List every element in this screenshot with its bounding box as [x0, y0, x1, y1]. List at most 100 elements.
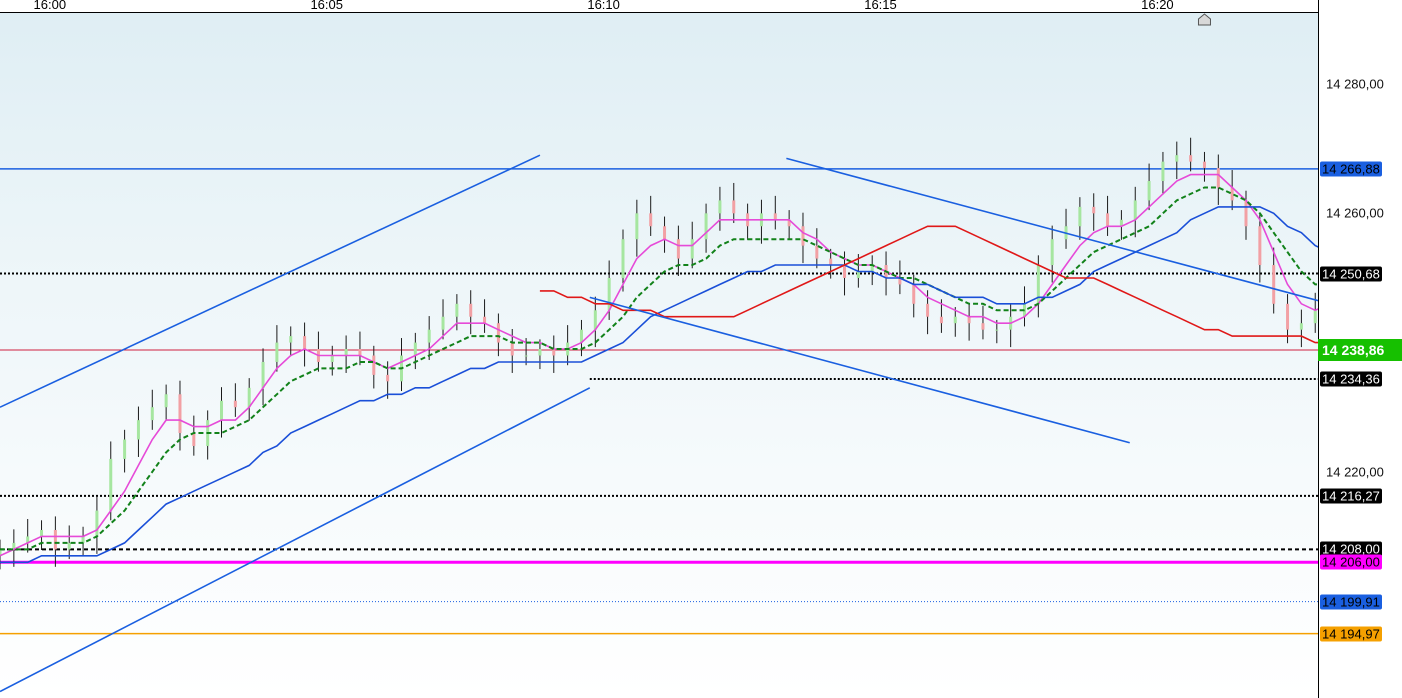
candle-body — [732, 200, 736, 214]
candle-body — [1216, 168, 1220, 188]
candle-body — [538, 349, 542, 356]
candle-body — [704, 213, 708, 240]
candle-body — [1258, 226, 1262, 266]
candle-body — [220, 400, 224, 421]
candle-body — [981, 323, 985, 330]
candle-body — [386, 374, 390, 382]
candle-body — [1244, 200, 1248, 227]
time-label: 16:00 — [33, 0, 67, 12]
ema-fast-line — [0, 173, 1318, 557]
candle-body — [95, 510, 99, 537]
ema-slow-line — [0, 206, 1318, 564]
candle-body — [233, 400, 237, 408]
level-tag[interactable]: 14 206,00 — [1320, 554, 1382, 570]
candle-body — [1106, 213, 1110, 227]
candle-body — [303, 336, 307, 350]
candle-body — [552, 349, 556, 356]
ascending-channel-upper-trendline — [0, 154, 541, 408]
candle-body — [1133, 200, 1137, 220]
current-price-tag: 14 238,86 — [1318, 338, 1402, 361]
candle-body — [1286, 303, 1290, 330]
time-label: 16:15 — [864, 0, 897, 12]
candle-body — [427, 329, 431, 343]
candle-body — [1313, 310, 1317, 324]
price-tick-label: 14 220,00 — [1326, 464, 1384, 480]
candle-body — [261, 361, 265, 388]
candle-body — [469, 303, 473, 317]
candle-body — [843, 265, 847, 278]
candle-body — [649, 213, 653, 227]
candle-body — [413, 342, 417, 356]
candle-body — [330, 355, 334, 362]
candle-body — [995, 329, 999, 331]
candle-body — [40, 529, 44, 537]
candle-body — [1299, 323, 1303, 330]
candle-body — [1078, 206, 1082, 227]
descending-channel-lower-trendline — [589, 296, 1130, 444]
home-icon — [1197, 13, 1211, 26]
candle-body — [289, 336, 293, 343]
candle-body — [247, 387, 251, 408]
level-tag[interactable]: 14 234,36 — [1320, 371, 1382, 387]
candle-body — [136, 420, 140, 440]
candle-body — [67, 542, 71, 550]
candle-body — [150, 407, 154, 421]
level-tag[interactable]: 14 194,97 — [1320, 626, 1382, 642]
candle-body — [773, 213, 777, 220]
candle-body — [53, 529, 57, 550]
candle-body — [275, 342, 279, 362]
candle-body — [1050, 239, 1054, 266]
candle-body — [372, 355, 376, 375]
candle-body — [856, 271, 860, 278]
candle-body — [939, 316, 943, 324]
candle-body — [496, 323, 500, 343]
level-tag[interactable]: 14 216,27 — [1320, 488, 1382, 504]
ema-trend-line — [539, 225, 1318, 344]
level-tag[interactable]: 14 266,88 — [1320, 161, 1382, 177]
candle-body — [912, 284, 916, 304]
candle-body — [621, 239, 625, 278]
level-tag[interactable]: 14 250,68 — [1320, 266, 1382, 282]
candle-body — [690, 239, 694, 259]
candle-body — [815, 245, 819, 259]
candle-body — [455, 303, 459, 317]
candle-body — [607, 277, 611, 311]
candle-body — [1272, 265, 1276, 304]
candle-body — [635, 213, 639, 240]
candle-body — [164, 394, 168, 408]
candle-body — [441, 316, 445, 330]
time-label: 16:05 — [310, 0, 343, 12]
candle-body — [123, 439, 127, 459]
price-tick-label: 14 280,00 — [1326, 76, 1384, 92]
candle-body — [1175, 155, 1179, 162]
level-tag[interactable]: 14 199,91 — [1320, 594, 1382, 610]
candle-body — [1147, 181, 1151, 201]
candle-body — [926, 303, 930, 317]
candle-body — [109, 458, 113, 511]
chart-stage: 16:00 16:05 16:10 16:15 16:20 14 280,00 … — [0, 0, 1402, 698]
candle-body — [676, 239, 680, 259]
candle-body — [829, 258, 833, 266]
candle-body — [718, 200, 722, 214]
candle-body — [1161, 161, 1165, 182]
candle-body — [510, 342, 514, 356]
candle-body — [1092, 206, 1096, 214]
candle-body — [1189, 155, 1193, 162]
candle-body — [1202, 161, 1206, 169]
chart-canvas[interactable] — [0, 0, 1318, 698]
candle-body — [953, 316, 957, 324]
candle-body — [593, 310, 597, 330]
candle-body — [967, 316, 971, 324]
candle-body — [524, 355, 528, 357]
candle-body — [192, 433, 196, 446]
candle-body — [358, 349, 362, 356]
candle-body — [801, 226, 805, 246]
candle-body — [178, 394, 182, 434]
time-label: 16:20 — [1141, 0, 1174, 12]
time-axis-border — [0, 12, 1402, 13]
time-label: 16:10 — [587, 0, 620, 12]
candle-body — [663, 226, 667, 240]
candle-body — [344, 349, 348, 356]
price-tick-label: 14 260,00 — [1326, 205, 1384, 221]
candle-body — [483, 316, 487, 324]
